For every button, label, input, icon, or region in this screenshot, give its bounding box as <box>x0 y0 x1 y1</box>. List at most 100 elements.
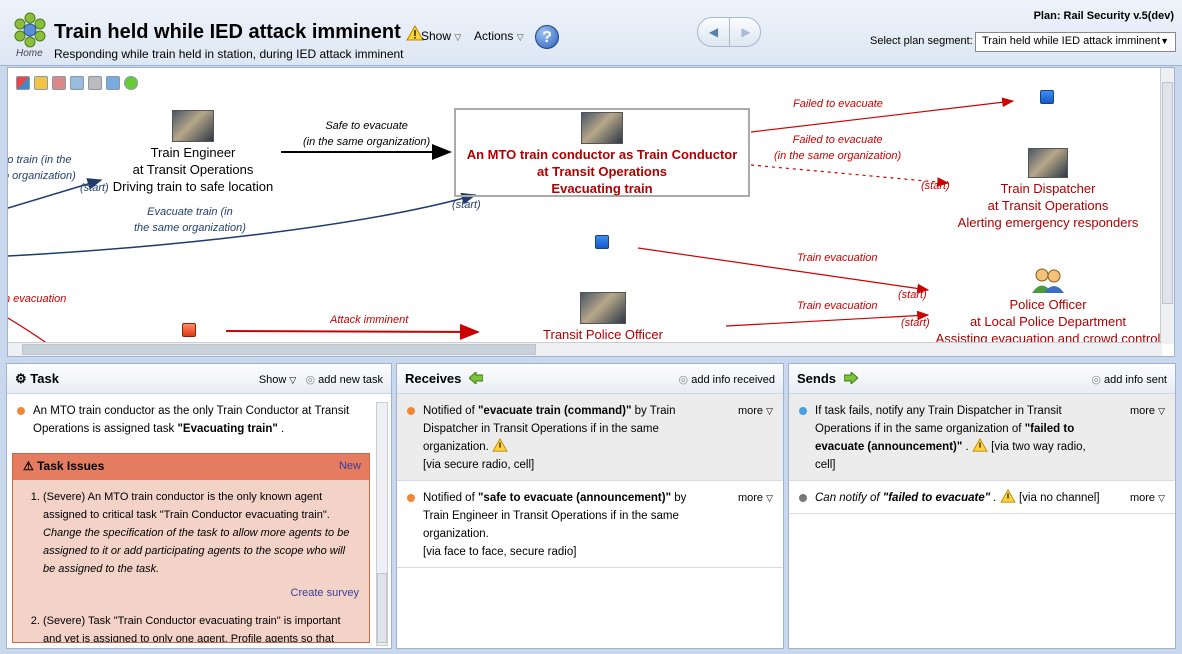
edge-label[interactable]: Train evacuation <box>797 298 878 314</box>
flow-map-canvas[interactable]: Train Engineer at Transit Operations Dri… <box>7 67 1175 357</box>
edge-label-line: (in the same organization) <box>774 150 902 162</box>
map-vertical-scrollbar[interactable] <box>1160 68 1174 344</box>
panel-title: Receives <box>405 371 462 386</box>
event-node-icon[interactable] <box>182 323 196 337</box>
add-info-sent-button[interactable]: ◎ add info sent <box>1091 373 1167 386</box>
list-item[interactable]: Notified of "evacuate train (command)" b… <box>397 394 783 481</box>
gear-icon: ⚙ <box>15 371 27 386</box>
add-info-received-label: add info received <box>691 374 775 386</box>
page-subtitle: Responding while train held in station, … <box>54 47 404 61</box>
panel-title: Task <box>30 371 59 386</box>
map-horizontal-scrollbar[interactable] <box>8 342 1162 356</box>
chevron-down-icon: ▽ <box>1158 493 1165 503</box>
task-name: "Evacuating train" <box>177 423 278 435</box>
chevron-down-icon: ▽ <box>766 406 773 416</box>
show-label: Show <box>258 374 287 386</box>
back-arrow-icon[interactable]: ◀ <box>698 18 730 46</box>
show-menu-label: Show <box>421 29 452 43</box>
edge-label[interactable]: Safe to evacuate (in the same organizatio… <box>303 118 430 150</box>
add-info-sent-label: add info sent <box>1104 374 1167 386</box>
more-menu[interactable]: more ▽ <box>738 489 773 507</box>
item-text: Can notify of <box>815 492 883 504</box>
edge-label[interactable]: Failed to evacuate <box>793 96 883 112</box>
item-text: Notified of <box>423 405 478 417</box>
create-survey-link[interactable]: Create survey <box>43 584 359 602</box>
add-info-received-button[interactable]: ◎ add info received <box>679 373 775 386</box>
edge-label[interactable]: n evacuation <box>8 291 66 307</box>
task-description: An MTO train conductor as the only Train… <box>7 394 391 444</box>
edge-label[interactable]: Train evacuation <box>797 250 878 266</box>
show-menu[interactable]: Show ▽ <box>421 29 461 43</box>
help-icon[interactable]: ? <box>535 25 559 49</box>
actions-menu-label: Actions <box>474 29 514 43</box>
task-panel-scrollbar[interactable] <box>376 402 388 646</box>
new-issue-link[interactable]: New <box>339 460 361 472</box>
task-issues-header: ⚠ Task Issues New <box>13 454 369 480</box>
task-description-end: . <box>277 423 285 435</box>
arrow-left-icon <box>469 372 484 384</box>
status-dot-icon <box>407 494 415 502</box>
more-label: more <box>737 492 764 504</box>
node-label-line1: An MTO train conductor as Train Conducto… <box>466 147 738 162</box>
add-icon: ◎ <box>1091 374 1101 386</box>
item-text: . <box>962 441 969 453</box>
warning-icon <box>972 437 988 452</box>
segment-select[interactable]: Train held while IED attack imminent ▼ <box>975 32 1176 52</box>
chevron-down-icon: ▽ <box>1158 406 1165 416</box>
node-transit-police[interactable]: Transit Police Officer <box>518 292 688 343</box>
edge-label-line: Evacuate train (in <box>147 206 233 218</box>
edge-label-line: (in the same organization) <box>303 136 431 148</box>
edge-label[interactable]: Evacuate train (in the same organization) <box>134 204 246 236</box>
node-police-officer[interactable]: Police Officer at Local Police Departmen… <box>923 268 1173 347</box>
home-link[interactable]: Home <box>16 48 43 59</box>
issue-item: (Severe) Task "Train Conductor evacuatin… <box>43 612 359 643</box>
list-item[interactable]: Can notify of "failed to evacuate" . [vi… <box>789 481 1175 514</box>
arrow-right-icon <box>843 372 858 384</box>
issue-text: (Severe) Task "Train Conductor evacuatin… <box>43 615 341 643</box>
receives-panel-header: Receives ◎ add info received <box>397 364 783 394</box>
issue-text: (Severe) An MTO train conductor is the o… <box>43 491 330 521</box>
node-label-line3: Evacuating train <box>551 181 653 196</box>
more-label: more <box>737 405 764 417</box>
chevron-down-icon: ▽ <box>289 375 297 385</box>
item-channels: [via secure radio, cell] <box>423 459 535 471</box>
edge-label-line: o organization) <box>7 170 76 182</box>
issue-item: (Severe) An MTO train conductor is the o… <box>43 488 359 602</box>
dropdown-arrow-icon: ▼ <box>1160 36 1169 46</box>
home-logo-icon[interactable] <box>12 12 48 48</box>
segment-select-label: Select plan segment: <box>870 35 973 47</box>
task-issues-title: Task Issues <box>37 459 105 473</box>
warning-icon <box>1000 488 1016 503</box>
more-menu[interactable]: more ▽ <box>1130 489 1165 507</box>
scroll-thumb[interactable] <box>22 344 536 355</box>
history-nav: ◀ ▶ <box>697 17 761 47</box>
panel-title: Sends <box>797 371 837 386</box>
forward-arrow-icon[interactable]: ▶ <box>730 18 762 46</box>
edge-label[interactable]: Attack imminent <box>330 312 408 328</box>
list-item[interactable]: Notified of "safe to evacuate (announcem… <box>397 481 783 568</box>
node-train-engineer[interactable]: Train Engineer at Transit Operations Dri… <box>108 110 278 195</box>
node-train-conductor-selected[interactable]: An MTO train conductor as Train Conducto… <box>454 108 750 197</box>
connector-node-icon[interactable] <box>595 235 609 249</box>
node-train-dispatcher[interactable]: Train Dispatcher at Transit Operations A… <box>943 148 1153 231</box>
add-icon: ◎ <box>305 374 316 386</box>
status-dot-icon <box>799 407 807 415</box>
connector-node-icon[interactable] <box>1040 90 1054 104</box>
scroll-thumb[interactable] <box>377 573 387 643</box>
edge-label-line: the same organization) <box>134 222 246 234</box>
edge-label[interactable]: o train (in the o organization) <box>7 152 76 184</box>
more-menu[interactable]: more ▽ <box>738 402 773 420</box>
more-label: more <box>1129 492 1156 504</box>
node-label-line2: at Transit Operations <box>536 164 668 179</box>
chevron-down-icon: ▽ <box>766 493 773 503</box>
edge-label-line: o train (in the <box>7 154 72 166</box>
list-item[interactable]: If task fails, notify any Train Dispatch… <box>789 394 1175 481</box>
edge-label[interactable]: Failed to evacuate (in the same organizat… <box>774 132 901 164</box>
more-menu[interactable]: more ▽ <box>1130 402 1165 420</box>
show-menu[interactable]: Show ▽ <box>259 374 297 386</box>
add-new-task-button[interactable]: ◎ add new task <box>306 374 384 386</box>
segment-select-value: Train held while IED attack imminent <box>982 35 1161 47</box>
scroll-thumb[interactable] <box>1162 82 1173 304</box>
warning-icon <box>492 437 508 452</box>
actions-menu[interactable]: Actions ▽ <box>474 29 524 43</box>
